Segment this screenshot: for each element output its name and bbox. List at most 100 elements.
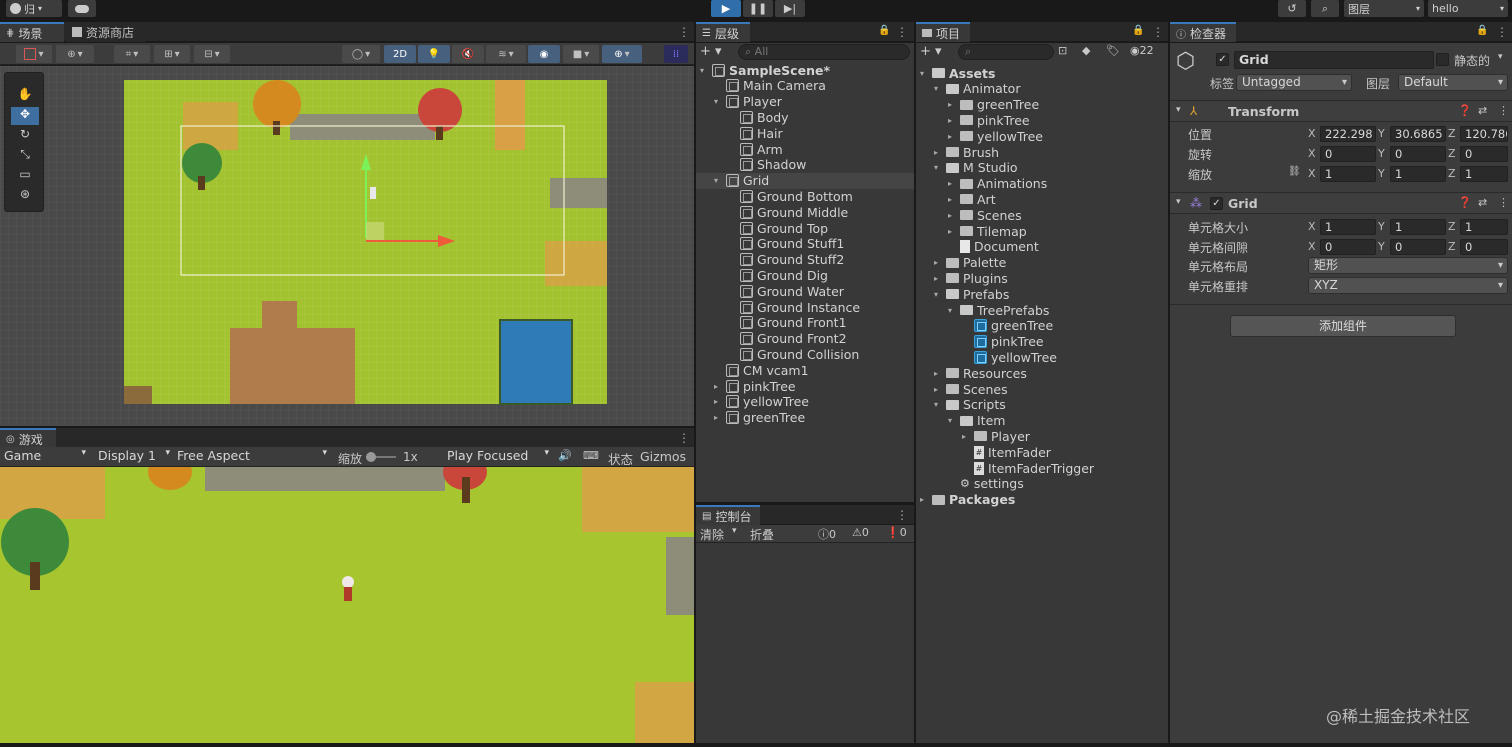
chevron-down-icon[interactable]: ▾ [1498,52,1503,62]
scene-view[interactable]: ✋ ✥ ↻ ⤡ ▭ ⊛ [0,66,694,426]
hierarchy-item[interactable]: ▾ Player [714,94,914,110]
chevron-right-icon[interactable]: ▸ [934,258,942,267]
play-button[interactable]: ▶ [711,0,741,17]
cloud-button[interactable] [68,0,96,17]
project-item[interactable]: ▸ Player [962,428,1030,444]
stats-button[interactable]: 状态 [608,449,633,468]
lock-icon[interactable]: 🔒 [1476,25,1488,39]
create-asset-button[interactable]: + ▾ [920,44,950,60]
project-item[interactable]: ▸ Scenes [934,381,1008,397]
chevron-down-icon[interactable]: ▾ [934,290,942,299]
filter-icon[interactable]: ◆ [1082,44,1090,57]
2d-toggle[interactable]: 2D [384,45,416,63]
rect-tool-icon[interactable]: ▭ [11,167,39,185]
constrain-proportions-icon[interactable]: ⛓ [1288,166,1301,177]
chevron-right-icon[interactable]: ▸ [714,413,722,422]
kebab-menu-icon[interactable]: ⋮ [896,25,908,39]
scale-tool-icon[interactable]: ⤡ [11,147,39,165]
project-item[interactable]: ▾ Scripts [934,397,1006,413]
chevron-down-icon[interactable]: ▾ [934,400,942,409]
hierarchy-item[interactable]: Hair [728,125,914,141]
history-button[interactable]: ↺ [1278,0,1306,17]
project-item[interactable]: ▾ Animator [934,81,1020,97]
account-dropdown[interactable]: 归 ▾ [6,0,62,17]
camera-dropdown[interactable]: ■ ▾ [563,45,599,63]
tag-dropdown[interactable]: Untagged [1236,74,1352,91]
preset-icon[interactable]: ⇄ [1478,196,1487,209]
hierarchy-item[interactable]: Ground Front1 [728,315,914,331]
project-item[interactable]: ▸ Packages [920,492,1015,508]
project-item[interactable]: # ItemFaderTrigger [962,460,1094,476]
chevron-right-icon[interactable]: ▸ [934,369,942,378]
tab-project[interactable]: 项目 [916,22,970,42]
hierarchy-item[interactable]: Body [728,109,914,125]
chevron-right-icon[interactable]: ▸ [948,195,956,204]
hierarchy-item[interactable]: Ground Collision [728,346,914,362]
layers-dropdown[interactable]: 图层 ▾ [1344,0,1424,17]
project-item[interactable]: ▸ Palette [934,255,1006,271]
hierarchy-item[interactable]: ▸ greenTree [714,410,914,426]
mute-audio-icon[interactable]: 🔊 [558,449,572,462]
gizmos-dropdown[interactable]: ⊕ ▾ [602,45,642,63]
project-item[interactable]: Document [948,239,1039,255]
tab-asset-store[interactable]: 资源商店 [66,22,146,42]
search-by-type-icon[interactable]: ⊡ [1058,44,1067,57]
audio-toggle[interactable]: 🔇 [452,45,484,63]
overlay-button[interactable]: ⁞⁞ [664,45,688,63]
clear-button[interactable]: 清除 [700,526,724,543]
layout-dropdown[interactable]: hello ▾ [1428,0,1508,17]
project-item[interactable]: # ItemFader [962,444,1051,460]
project-item[interactable]: pinkTree [962,334,1044,350]
aspect-dropdown[interactable]: Free Aspect ▾ [177,448,329,463]
hierarchy-item[interactable]: Shadow [728,157,914,173]
scale-x-input[interactable]: 1 [1320,166,1376,182]
chevron-down-icon[interactable]: ▾ [700,66,708,75]
warning-count-button[interactable]: ⚠0 [852,526,869,539]
hierarchy-item[interactable]: Arm [728,141,914,157]
tab-game[interactable]: ◎ 游戏 [0,428,56,448]
hierarchy-item[interactable]: CM vcam1 [714,362,914,378]
kebab-menu-icon[interactable]: ⋮ [1498,104,1509,117]
chevron-right-icon[interactable]: ▸ [948,132,956,141]
hierarchy-search-input[interactable]: ⌕ All [738,44,910,60]
add-component-button[interactable]: 添加组件 [1230,315,1456,337]
hierarchy-item[interactable]: Ground Stuff2 [728,252,914,268]
hierarchy-item[interactable]: Main Camera [714,78,914,94]
help-icon[interactable]: ❓ [1458,104,1472,117]
shading-dropdown[interactable]: ◯ ▾ [342,45,380,63]
chevron-right-icon[interactable]: ▸ [934,385,942,394]
cell-size-x-input[interactable]: 1 [1320,219,1376,235]
hidden-toggle[interactable]: ◉ [528,45,560,63]
lock-icon[interactable]: 🔒 [1132,25,1144,39]
global-dropdown[interactable]: ⊕ ▾ [56,45,94,63]
tab-console[interactable]: ▤ 控制台 [696,505,760,525]
chevron-down-icon[interactable]: ▾ [732,526,737,536]
rotation-z-input[interactable]: 0 [1460,146,1508,162]
cell-gap-y-input[interactable]: 0 [1390,239,1446,255]
play-mode-dropdown[interactable]: Play Focused ▾ [447,448,551,463]
project-item[interactable]: greenTree [962,318,1053,334]
chevron-right-icon[interactable]: ▸ [934,148,942,157]
search-button[interactable]: ⌕ [1311,0,1339,17]
chevron-down-icon[interactable]: ▾ [714,97,722,106]
help-icon[interactable]: ❓ [1458,196,1472,209]
project-item[interactable]: ▾ M Studio [934,160,1018,176]
position-x-input[interactable]: 222.298 [1320,126,1376,142]
chevron-right-icon[interactable]: ▸ [962,432,970,441]
project-item[interactable]: yellowTree [962,349,1057,365]
game-view[interactable] [0,467,694,743]
position-y-input[interactable]: 30.6865 [1390,126,1446,142]
tab-hierarchy[interactable]: ☰ 层级 [696,22,750,42]
tab-inspector[interactable]: ⓘ 检查器 [1170,22,1236,42]
chevron-down-icon[interactable]: ▾ [934,84,942,93]
chevron-right-icon[interactable]: ▸ [948,211,956,220]
error-count-button[interactable]: ❗0 [886,526,907,539]
cell-size-y-input[interactable]: 1 [1390,219,1446,235]
hierarchy-item[interactable]: Ground Top [728,220,914,236]
chevron-right-icon[interactable]: ▸ [948,179,956,188]
snap-dropdown[interactable]: ⌗ ▾ [114,45,150,63]
project-item[interactable]: ▸ Tilemap [948,223,1027,239]
grid-component-header[interactable]: ▾ ⁂ ✓ Grid ❓ ⇄ ⋮ [1170,192,1512,214]
hierarchy-item[interactable]: Ground Front2 [728,331,914,347]
scale-slider[interactable] [366,452,396,462]
